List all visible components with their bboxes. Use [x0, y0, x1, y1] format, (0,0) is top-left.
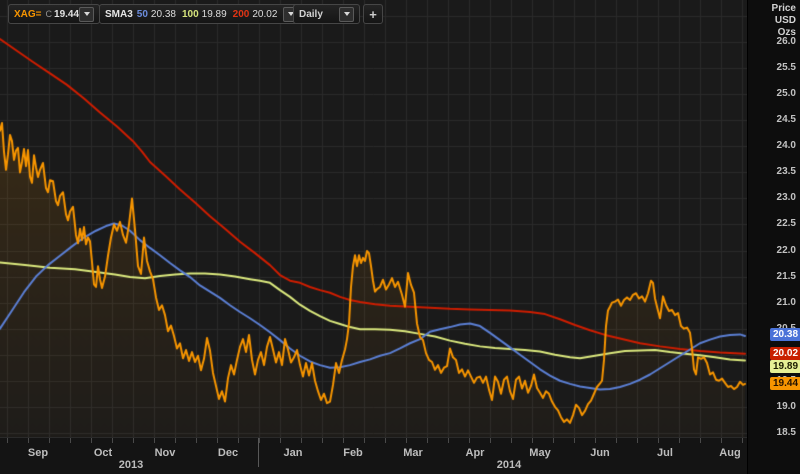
- price-badge-sma-50: 20.38: [770, 328, 800, 341]
- price-tick-label: 23.5: [777, 167, 796, 177]
- date-tick: [595, 438, 596, 443]
- date-tick: [490, 438, 491, 443]
- year-label-2013: 2013: [119, 459, 143, 471]
- symbol-label: XAG=: [14, 9, 42, 20]
- date-tick: [70, 438, 71, 443]
- date-tick: [742, 438, 743, 443]
- sma50-period-label: 50: [137, 9, 148, 20]
- sma-study-label: SMA3: [105, 9, 133, 20]
- symbol-selector[interactable]: XAG= C 19.44: [8, 4, 100, 24]
- date-tick: [385, 438, 386, 443]
- price-tick-label: 24.0: [777, 141, 796, 151]
- date-tick: [301, 438, 302, 443]
- month-label-oct: Oct: [94, 447, 112, 459]
- date-tick: [217, 438, 218, 443]
- price-axis-title: Price USD Ozs: [772, 3, 796, 39]
- interval-select[interactable]: Daily: [293, 4, 360, 24]
- price-badge-xag: 19.44: [770, 377, 800, 390]
- price-tick-label: 21.0: [777, 298, 796, 308]
- date-tick: [700, 438, 701, 443]
- price-tick-label: 18.5: [777, 428, 796, 438]
- price-tick-label: 21.5: [777, 272, 796, 282]
- date-tick: [91, 438, 92, 443]
- date-tick: [280, 438, 281, 443]
- date-tick: [532, 438, 533, 443]
- price-chart-canvas[interactable]: [0, 0, 747, 437]
- trading-chart-app: Price USD Ozs 26.0 25.5 25.0 24.5 24.0 23.5 23…: [0, 0, 800, 474]
- date-tick: [364, 438, 365, 443]
- date-tick: [28, 438, 29, 443]
- price-badge-sma-100: 19.89: [770, 360, 800, 373]
- plus-icon: +: [369, 7, 377, 22]
- month-label-nov: Nov: [155, 447, 176, 459]
- date-tick: [679, 438, 680, 443]
- date-tick: [49, 438, 50, 443]
- sma200-value: 20.02: [252, 9, 277, 20]
- month-label-sep: Sep: [28, 447, 48, 459]
- date-tick: [175, 438, 176, 443]
- add-study-button[interactable]: +: [363, 4, 383, 24]
- date-tick: [553, 438, 554, 443]
- date-tick: [574, 438, 575, 443]
- price-badge-sma-200: 20.02: [770, 347, 800, 360]
- price-tick-label: 22.0: [777, 246, 796, 256]
- price-tick-label: 23.0: [777, 193, 796, 203]
- date-tick: [469, 438, 470, 443]
- interval-value: Daily: [299, 9, 323, 20]
- price-tick-label: 19.0: [777, 402, 796, 412]
- year-boundary-tick: [258, 438, 259, 467]
- interval-dropdown-button[interactable]: [339, 7, 354, 22]
- price-axis-title-line: USD: [772, 15, 796, 27]
- symbol-dropdown-button[interactable]: [79, 7, 94, 22]
- date-tick: [112, 438, 113, 443]
- last-price-value: 19.44: [54, 9, 79, 20]
- month-label-aug: Aug: [719, 447, 740, 459]
- date-tick: [133, 438, 134, 443]
- date-tick: [637, 438, 638, 443]
- month-label-jun: Jun: [590, 447, 610, 459]
- sma200-period-label: 200: [233, 9, 250, 20]
- date-tick: [7, 438, 8, 443]
- date-tick: [721, 438, 722, 443]
- price-tick-label: 22.5: [777, 219, 796, 229]
- year-label-2014: 2014: [497, 459, 521, 471]
- date-axis[interactable]: Sep Oct Nov Dec Jan Feb Mar Apr May Jun Jul Aug 2013…: [0, 437, 747, 474]
- date-tick: [658, 438, 659, 443]
- price-axis-title-line: Price: [772, 3, 796, 15]
- date-tick: [343, 438, 344, 443]
- price-axis[interactable]: Price USD Ozs 26.0 25.5 25.0 24.5 24.0 23.5 23…: [747, 0, 800, 474]
- date-tick: [616, 438, 617, 443]
- date-tick: [259, 438, 260, 443]
- price-tick-label: 25.0: [777, 89, 796, 99]
- sma100-period-label: 100: [182, 9, 199, 20]
- date-tick: [154, 438, 155, 443]
- price-tick-label: 25.5: [777, 63, 796, 73]
- date-tick: [406, 438, 407, 443]
- month-label-may: May: [529, 447, 550, 459]
- price-tick-label: 26.0: [777, 37, 796, 47]
- sma-study-selector[interactable]: SMA3 50 20.38 100 19.89 200 20.02: [99, 4, 304, 24]
- close-field-label: C: [46, 9, 53, 19]
- sma100-value: 19.89: [202, 9, 227, 20]
- month-label-jan: Jan: [284, 447, 303, 459]
- month-label-mar: Mar: [403, 447, 423, 459]
- month-label-dec: Dec: [218, 447, 238, 459]
- date-tick: [238, 438, 239, 443]
- date-tick: [448, 438, 449, 443]
- date-tick: [511, 438, 512, 443]
- month-label-jul: Jul: [657, 447, 673, 459]
- date-tick: [196, 438, 197, 443]
- sma50-value: 20.38: [151, 9, 176, 20]
- price-tick-label: 24.5: [777, 115, 796, 125]
- date-tick: [322, 438, 323, 443]
- date-tick: [427, 438, 428, 443]
- month-label-feb: Feb: [343, 447, 363, 459]
- month-label-apr: Apr: [466, 447, 485, 459]
